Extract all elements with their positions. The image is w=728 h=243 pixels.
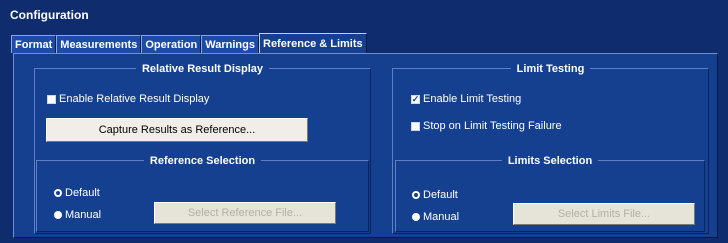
limits-default-radio[interactable]: Default xyxy=(412,189,458,201)
stop-on-failure-label: Stop on Limit Testing Failure xyxy=(423,120,562,132)
reference-manual-radio[interactable]: Manual xyxy=(54,209,101,221)
select-limits-file-button[interactable]: Select Limits File... xyxy=(513,203,695,225)
limits-manual-label: Manual xyxy=(423,211,460,223)
limit-testing-group: Limit Testing ✓ Enable Limit Testing Sto… xyxy=(392,63,709,234)
limits-selection-title: Limits Selection xyxy=(501,155,599,167)
enable-limit-testing-label: Enable Limit Testing xyxy=(423,93,522,105)
limits-default-label: Default xyxy=(423,189,458,201)
tab-measurements[interactable]: Measurements xyxy=(56,35,142,53)
reference-limits-panel: Relative Result Display Enable Relative … xyxy=(13,53,718,238)
reference-manual-label: Manual xyxy=(65,209,102,221)
tab-format[interactable]: Format xyxy=(11,35,57,53)
relative-result-title: Relative Result Display xyxy=(135,63,270,75)
enable-relative-result-label: Enable Relative Result Display xyxy=(59,93,210,105)
relative-result-group: Relative Result Display Enable Relative … xyxy=(34,63,371,234)
limit-testing-title: Limit Testing xyxy=(510,63,591,75)
checkbox-box xyxy=(411,121,420,131)
window-title: Configuration xyxy=(10,8,89,22)
reference-selection-group: Reference Selection Default Manual Selec… xyxy=(36,155,369,232)
tab-warnings[interactable]: Warnings xyxy=(201,35,259,53)
limits-manual-radio[interactable]: Manual xyxy=(412,211,459,223)
stop-on-failure-checkbox[interactable]: Stop on Limit Testing Failure xyxy=(411,120,562,132)
capture-results-button[interactable]: Capture Results as Reference... xyxy=(46,118,308,142)
radio-dot xyxy=(54,211,62,219)
limits-selection-group: Limits Selection Default Manual Select L… xyxy=(395,155,705,232)
radio-dot-selected xyxy=(54,189,62,197)
reference-default-radio[interactable]: Default xyxy=(54,187,100,199)
checkbox-box xyxy=(47,94,56,104)
tab-reference-limits[interactable]: Reference & Limits xyxy=(259,33,367,53)
enable-limit-testing-checkbox[interactable]: ✓ Enable Limit Testing xyxy=(411,93,521,105)
checkmark-icon: ✓ xyxy=(411,93,420,104)
radio-dot xyxy=(412,213,420,221)
tab-bar: Format Measurements Operation Warnings R… xyxy=(11,33,367,53)
reference-selection-title: Reference Selection xyxy=(143,155,262,167)
tab-operation[interactable]: Operation xyxy=(141,35,202,53)
enable-relative-result-checkbox[interactable]: Enable Relative Result Display xyxy=(47,93,209,105)
reference-default-label: Default xyxy=(65,187,100,199)
radio-dot-selected xyxy=(412,191,420,199)
select-reference-file-button[interactable]: Select Reference File... xyxy=(154,202,336,224)
